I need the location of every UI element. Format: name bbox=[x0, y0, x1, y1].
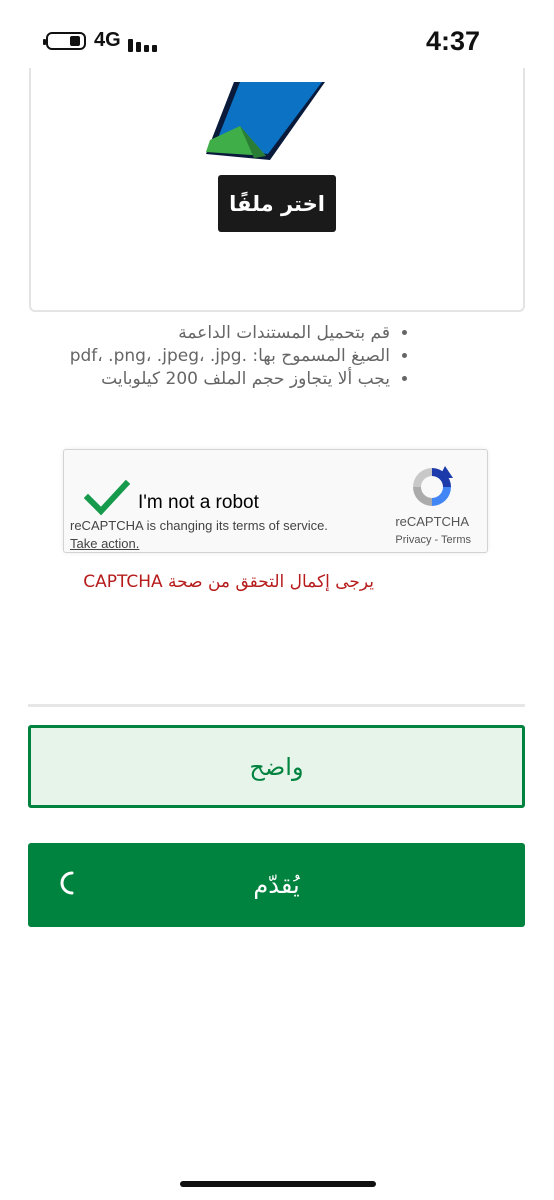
recaptcha-label: I'm not a robot bbox=[138, 492, 259, 513]
recaptcha-terms-link[interactable]: Terms bbox=[441, 534, 471, 546]
network-label: 4G bbox=[94, 29, 121, 51]
recaptcha-privacy-link[interactable]: Privacy bbox=[395, 534, 431, 546]
clock: 4:37 bbox=[425, 26, 480, 56]
choose-file-button[interactable]: اختر ملفًا bbox=[218, 175, 336, 232]
hint-item: يجب ألا يتجاوز حجم الملف 200 كيلوبايت bbox=[30, 368, 390, 391]
upload-hints-list: قم بتحميل المستندات الداعمة الصيغ المسمو… bbox=[30, 322, 414, 391]
submit-button[interactable]: يُقدّم bbox=[28, 843, 525, 927]
loading-spinner-icon bbox=[60, 871, 74, 895]
checkmark-icon[interactable] bbox=[84, 478, 130, 518]
recaptcha-widget: I'm not a robot reCAPTCHA is changing it… bbox=[63, 449, 488, 553]
recaptcha-take-action-link[interactable]: Take action. bbox=[70, 536, 139, 551]
divider bbox=[28, 704, 525, 707]
recaptcha-link-separator: - bbox=[431, 534, 442, 546]
hint-item: قم بتحميل المستندات الداعمة bbox=[30, 322, 390, 345]
recaptcha-logo-icon bbox=[413, 466, 453, 506]
home-indicator[interactable] bbox=[180, 1181, 376, 1187]
battery-icon bbox=[43, 32, 86, 50]
clear-button[interactable]: واضح bbox=[28, 725, 525, 808]
recaptcha-brand: reCAPTCHA bbox=[395, 514, 469, 529]
signal-bars-icon bbox=[128, 32, 160, 52]
recaptcha-notice: reCAPTCHA is changing its terms of servi… bbox=[70, 518, 328, 533]
document-illustration-icon bbox=[206, 82, 325, 160]
recaptcha-links: Privacy - Terms bbox=[395, 534, 471, 546]
hint-item: الصيغ المسموح بها: .pdf، .png، .jpeg، .j… bbox=[30, 345, 390, 368]
captcha-error-message: يرجى إكمال التحقق من صحة CAPTCHA bbox=[83, 572, 374, 592]
